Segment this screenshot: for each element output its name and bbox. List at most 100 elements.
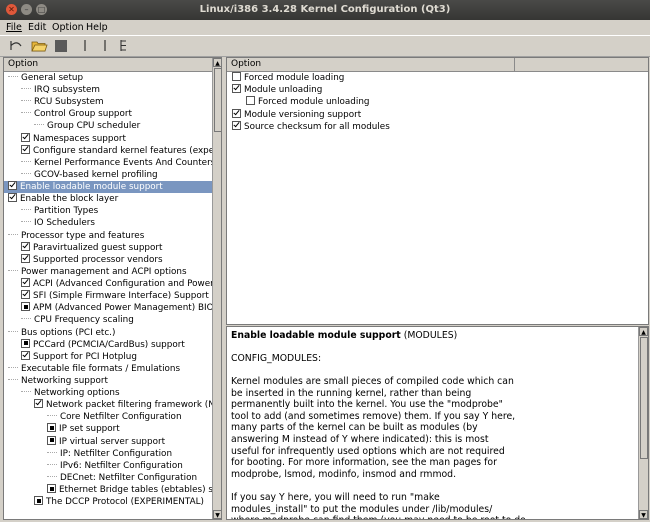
tree-item[interactable]: IO Schedulers — [21, 217, 95, 229]
tree-item[interactable]: Networking options — [21, 387, 120, 399]
checkbox[interactable] — [21, 350, 30, 360]
tree-item[interactable]: Enable the block layer — [8, 193, 118, 205]
help-scroll-down-arrow[interactable]: ▼ — [639, 510, 648, 519]
option-item[interactable]: Forced module loading — [232, 72, 344, 84]
help-scroll-up-arrow[interactable]: ▲ — [639, 327, 648, 336]
tree-item-label: SFI (Simple Firmware Interface) Support — [33, 291, 209, 302]
tree-item-label: Power management and ACPI options — [21, 266, 187, 277]
tree-connector — [8, 233, 18, 235]
menu-edit[interactable]: Edit — [28, 22, 46, 33]
checkbox[interactable] — [47, 484, 56, 494]
tree-item[interactable]: CPU Frequency scaling — [21, 314, 134, 326]
tree-column-header[interactable]: Option — [4, 58, 212, 72]
option-item[interactable]: Source checksum for all modules — [232, 120, 390, 133]
menu-option[interactable]: Option — [52, 22, 84, 33]
tree-item[interactable]: The DCCP Protocol (EXPERIMENTAL) — [34, 496, 204, 508]
help-line: be inserted in the running kernel, rathe… — [231, 387, 472, 399]
tree-item[interactable]: IP virtual server support — [47, 435, 165, 448]
tree-item[interactable]: Core Netfilter Configuration — [47, 411, 182, 423]
checkbox[interactable] — [47, 435, 56, 445]
checkbox[interactable] — [21, 338, 30, 348]
checkbox[interactable] — [21, 144, 30, 154]
tree-item[interactable]: GCOV-based kernel profiling — [21, 169, 158, 181]
tree-item[interactable]: Enable loadable module support — [4, 181, 212, 194]
option-label: Module unloading — [244, 85, 323, 96]
tree-item[interactable]: PCCard (PCMCIA/CardBus) support — [21, 338, 185, 351]
tree-item[interactable]: Networking support — [8, 375, 108, 387]
back-icon[interactable] — [6, 38, 24, 53]
option-label: Forced module unloading — [258, 97, 370, 108]
tree-item[interactable]: APM (Advanced Power Management) BIOS — [21, 302, 219, 314]
menu-file[interactable]: File — [6, 22, 22, 33]
help-line: permanently built into the kernel. You u… — [231, 399, 503, 411]
help-scroll-thumb[interactable] — [640, 337, 648, 459]
tree-item[interactable]: Kernel Performance Events And Counters — [21, 157, 215, 169]
tree-item[interactable]: IRQ subsystem — [21, 84, 100, 96]
tree-item[interactable]: Configure standard kernel features (expe… — [21, 144, 218, 157]
tree-item[interactable]: Bus options (PCI etc.) — [8, 327, 115, 339]
checkbox[interactable] — [34, 399, 43, 409]
tree-item[interactable]: ACPI (Advanced Configuration and Power — [21, 278, 214, 290]
tree-item[interactable]: Namespaces support — [21, 132, 126, 145]
tree-item[interactable]: General setup — [8, 72, 83, 84]
tree-connector — [21, 318, 31, 320]
tree-connector — [21, 221, 31, 223]
tree-scroll-thumb[interactable] — [214, 68, 221, 132]
option-item[interactable]: Module unloading — [232, 84, 322, 96]
help-line: tool to add (and sometimes remove) them.… — [231, 410, 516, 422]
save-icon[interactable] — [52, 38, 70, 53]
tree-item[interactable]: Ethernet Bridge tables (ebtables) s — [47, 484, 213, 496]
scroll-down-arrow[interactable]: ▼ — [213, 510, 221, 519]
menu-help[interactable]: Help — [86, 22, 108, 33]
full-view-icon[interactable] — [115, 38, 133, 53]
tree-item-label: IP: Netfilter Configuration — [60, 448, 173, 459]
tree-item[interactable]: Support for PCI Hotplug — [21, 350, 137, 363]
split-view-icon[interactable] — [96, 38, 114, 53]
tree-item-label: GCOV-based kernel profiling — [34, 169, 158, 180]
tree-item[interactable]: Control Group support — [21, 108, 132, 120]
scroll-up-arrow[interactable]: ▲ — [213, 58, 221, 67]
tree-item[interactable]: DECnet: Netfilter Configuration — [47, 472, 197, 484]
checkbox[interactable] — [34, 496, 43, 506]
single-view-icon[interactable] — [76, 38, 94, 53]
option-checkbox[interactable] — [246, 96, 255, 106]
tree-item[interactable]: RCU Subsystem — [21, 96, 104, 108]
option-checkbox[interactable] — [232, 120, 241, 130]
help-line: modules_install" to put the modules unde… — [231, 503, 493, 515]
checkbox[interactable] — [21, 302, 30, 312]
help-scrollbar[interactable]: ▲ ▼ — [638, 327, 648, 519]
tree-item-label: DECnet: Netfilter Configuration — [60, 472, 198, 483]
checkbox[interactable] — [8, 193, 17, 203]
checkbox[interactable] — [21, 278, 30, 288]
tree-item-label: Kernel Performance Events And Counters — [34, 157, 216, 168]
option-item[interactable]: Forced module unloading — [246, 96, 370, 108]
list-column-header[interactable]: Option — [227, 58, 648, 72]
tree-item[interactable]: IPv6: Netfilter Configuration — [47, 460, 183, 472]
tree-connector — [21, 160, 31, 162]
option-item[interactable]: Module versioning support — [232, 108, 361, 121]
tree-item[interactable]: SFI (Simple Firmware Interface) Support — [21, 290, 209, 302]
tree-item[interactable]: Executable file formats / Emulations — [8, 363, 180, 375]
tree-item[interactable]: Network packet filtering framework (N — [34, 399, 215, 411]
tree-item[interactable]: Paravirtualized guest support — [21, 241, 162, 254]
checkbox[interactable] — [21, 253, 30, 263]
tree-item[interactable]: Partition Types — [21, 205, 98, 217]
tree-item-label: Executable file formats / Emulations — [21, 363, 181, 374]
option-checkbox[interactable] — [232, 84, 241, 94]
option-checkbox[interactable] — [232, 108, 241, 118]
tree-item[interactable]: Supported processor vendors — [21, 253, 163, 266]
tree-scrollbar[interactable]: ▲ ▼ — [212, 58, 221, 519]
help-line: answering M instead of Y where indicated… — [231, 434, 489, 445]
option-checkbox[interactable] — [232, 72, 241, 81]
tree-item[interactable]: Group CPU scheduler — [34, 120, 140, 132]
open-folder-icon[interactable] — [30, 38, 48, 53]
tree-item[interactable]: IP: Netfilter Configuration — [47, 448, 172, 460]
tree-item[interactable]: Power management and ACPI options — [8, 266, 187, 278]
checkbox[interactable] — [21, 290, 30, 300]
tree-item[interactable]: Processor type and features — [8, 230, 144, 242]
checkbox[interactable] — [47, 423, 56, 433]
checkbox[interactable] — [21, 132, 30, 142]
tree-item[interactable]: IP set support — [47, 423, 120, 435]
checkbox[interactable] — [21, 241, 30, 251]
checkbox[interactable] — [8, 181, 17, 191]
